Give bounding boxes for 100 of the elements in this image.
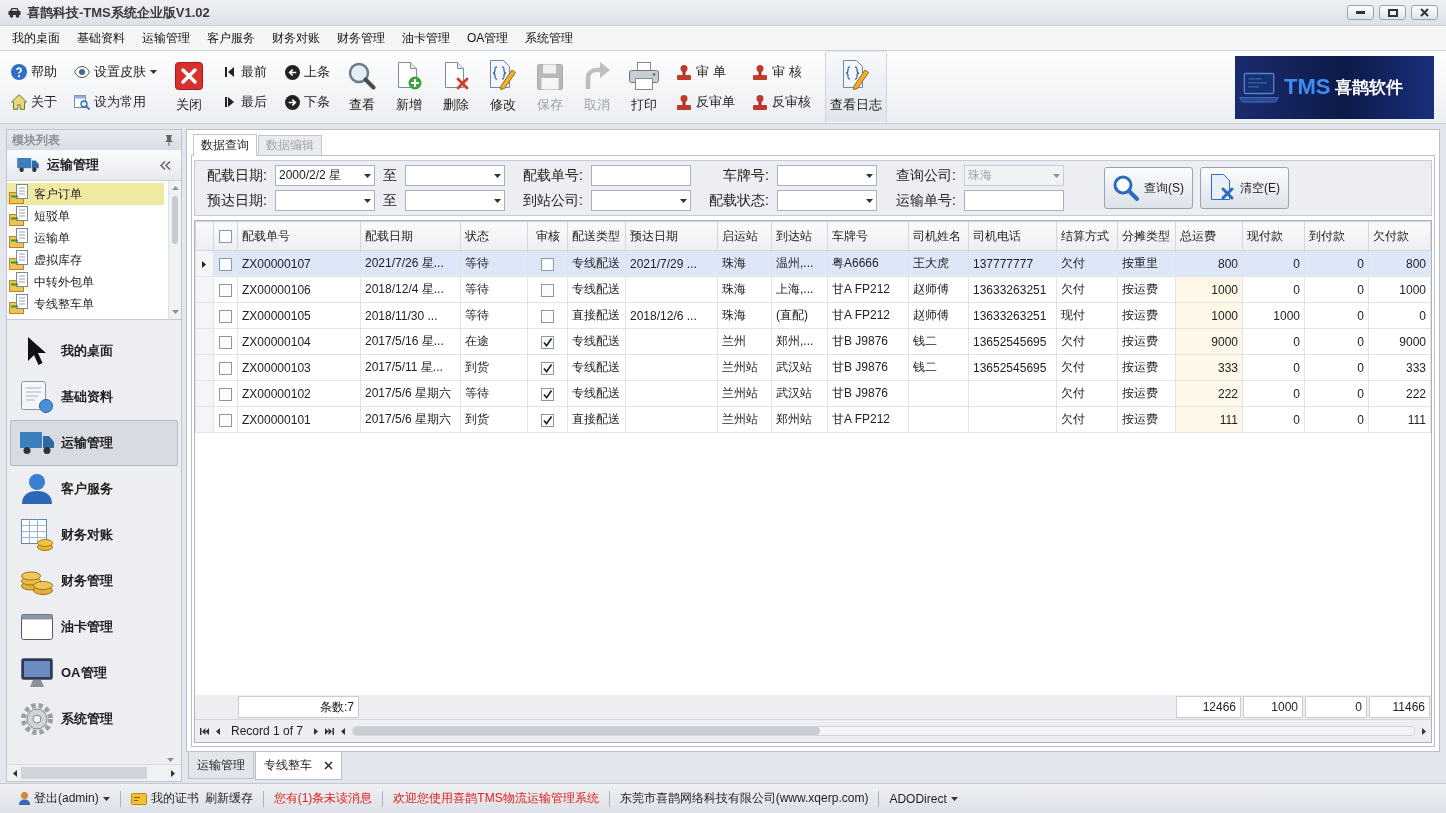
text-field[interactable] [591,165,691,186]
column-header[interactable]: 审核 [527,221,568,251]
caret-left-icon[interactable] [341,727,346,735]
module-button[interactable]: 运输管理 [10,420,178,466]
toolbar-button[interactable]: 审 核 [749,61,814,83]
table-row[interactable]: ZX00000105 2018/11/30 ... 等待 直接配送 2018/12/6 ... 珠海 (直配) 甘A FP212 赵师傅 13633263251 现付 按运费 1000 1000 0 0 [195,302,1431,329]
table-row[interactable]: ZX00000104 2017/5/16 星... 在途 专线配送 兰州 郑州,... 甘B J9876 钱二 13652545695 欠付 按运费 9000 0 0 9000 [195,328,1431,355]
status-menu[interactable]: ADODirect [886,791,961,806]
menu-item[interactable]: 我的桌面 [4,27,68,49]
checkbox[interactable] [541,361,554,375]
module-button[interactable]: 客户服务 [10,466,178,512]
menu-item[interactable]: 油卡管理 [394,27,458,49]
dropdown-field[interactable] [405,165,505,186]
scrollbar-thumb[interactable] [353,727,820,735]
horizontal-scrollbar[interactable] [7,764,181,781]
column-header[interactable]: 配送类型 [567,221,626,251]
menu-item[interactable]: 系统管理 [517,27,582,49]
toolbar-button[interactable]: 新增 [391,51,427,123]
tab[interactable]: 数据查询 [193,134,257,156]
column-header[interactable]: 配载日期 [360,221,461,251]
checkbox[interactable] [541,335,554,349]
toolbar-button[interactable]: 查看 [344,51,380,123]
module-button[interactable]: 我的桌面 [10,328,178,374]
toolbar-button[interactable]: 修改 [485,51,521,123]
last-record-icon[interactable] [325,727,335,735]
caret-left-icon[interactable] [216,727,220,735]
toolbar-button[interactable]: 最后 [218,91,270,113]
caret-down-icon[interactable] [167,758,174,762]
column-header[interactable]: 状态 [460,221,528,251]
checkbox[interactable] [219,361,232,375]
checkbox[interactable] [541,257,554,271]
toolbar-button[interactable]: 反审单 [673,91,738,113]
table-row[interactable]: ZX00000103 2017/5/11 星... 到货 专线配送 兰州站 武汉站 甘B J9876 钱二 13652545695 欠付 按运费 333 0 0 333 [195,354,1431,381]
toolbar-button[interactable]: 设为常用 [71,91,160,113]
toolbar-button[interactable]: 上条 [281,61,333,83]
horizontal-scrollbar[interactable] [352,726,1415,736]
list-item[interactable]: 专线整车单 [7,293,164,315]
double-chevron-left-icon[interactable] [160,160,171,170]
table-row[interactable]: ZX00000102 2017/5/6 星期六 等待 专线配送 兰州站 武汉站 甘B J9876 欠付 按运费 222 0 0 222 [195,380,1431,407]
document-tab[interactable]: 运输管理 [188,752,254,779]
column-header[interactable]: 总运费 [1175,221,1243,251]
caret-right-icon[interactable] [314,727,319,735]
column-header[interactable]: 到达站 [771,221,828,251]
status-menu[interactable]: 登出(admin) [16,790,113,807]
column-header[interactable]: 启运站 [717,221,772,251]
checkbox[interactable] [219,387,232,401]
scrollbar-thumb[interactable] [172,196,178,244]
status-button[interactable]: 我的证书 [127,790,202,807]
checkbox[interactable] [541,387,554,401]
toolbar-button[interactable]: 删除 [438,51,474,123]
maximize-button[interactable] [1379,5,1406,20]
dropdown-field[interactable] [405,190,505,211]
checkbox[interactable] [541,283,554,297]
module-button[interactable]: 财务管理 [10,558,178,604]
toolbar-button[interactable]: 最前 [218,61,270,83]
toolbar-button[interactable]: 下条 [281,91,333,113]
dropdown-field[interactable] [777,165,877,186]
table-row[interactable]: ZX00000101 2017/5/6 星期六 到货 直接配送 兰州站 郑州站 甘A FP212 欠付 按运费 111 0 0 111 [195,406,1431,433]
checkbox[interactable] [541,413,554,427]
menu-item[interactable]: 财务对账 [264,27,328,49]
list-item[interactable]: 虚拟库存 [7,249,164,271]
checkbox[interactable] [219,413,232,427]
toolbar-button[interactable]: 反审核 [749,91,814,113]
column-header[interactable]: 分摊类型 [1117,221,1176,251]
action-button[interactable]: 查询(S) [1104,167,1193,209]
checkbox[interactable] [219,257,232,271]
status-message[interactable]: 欢迎您使用喜鹊TMS物流运输管理系统 [390,790,602,807]
column-header[interactable]: 到付款 [1304,221,1369,251]
toolbar-button[interactable]: 打印 [626,51,662,123]
menu-item[interactable]: OA管理 [459,27,517,49]
list-item[interactable]: 运输单 [7,227,164,249]
close-icon[interactable] [324,761,333,770]
module-button[interactable]: 油卡管理 [10,604,178,650]
column-header[interactable]: 欠付款 [1368,221,1431,251]
column-header[interactable]: 司机姓名 [908,221,969,251]
module-button[interactable]: 财务对账 [10,512,178,558]
toolbar-button[interactable]: 查看日志 [825,51,887,123]
checkbox[interactable] [541,309,554,323]
dropdown-field[interactable] [591,190,691,211]
close-button[interactable] [1411,5,1438,20]
minimize-button[interactable] [1347,5,1374,20]
checkbox[interactable] [219,283,232,297]
checkbox[interactable] [219,309,232,323]
checkbox[interactable] [219,230,232,244]
text-field[interactable] [964,190,1064,211]
table-row[interactable]: ZX00000107 2021/7/26 星... 等待 专线配送 2021/7/29 ... 珠海 温州,... 粤A6666 王大虎 137777777 欠付 按重里 800 0 0 800 [195,250,1431,277]
menu-item[interactable]: 财务管理 [329,27,393,49]
menu-item[interactable]: 客户服务 [199,27,263,49]
table-row[interactable]: ZX00000106 2018/12/4 星... 等待 专线配送 珠海 上海,... 甘A FP212 赵师傅 13633263251 欠付 按运费 1000 0 0 1000 [195,276,1431,303]
list-item[interactable]: 中转外包单 [7,271,164,293]
checkbox[interactable] [219,335,232,349]
column-header[interactable]: 司机电话 [968,221,1057,251]
column-header[interactable]: 配载单号 [237,221,361,251]
document-tab[interactable]: 专线整车 [255,752,342,780]
column-header[interactable]: 预达日期 [625,221,718,251]
first-record-icon[interactable] [200,727,209,735]
column-header[interactable]: 结算方式 [1056,221,1118,251]
menu-item[interactable]: 基础资料 [69,27,133,49]
action-button[interactable]: 清空(E) [1200,167,1289,209]
pin-icon[interactable] [165,134,173,146]
